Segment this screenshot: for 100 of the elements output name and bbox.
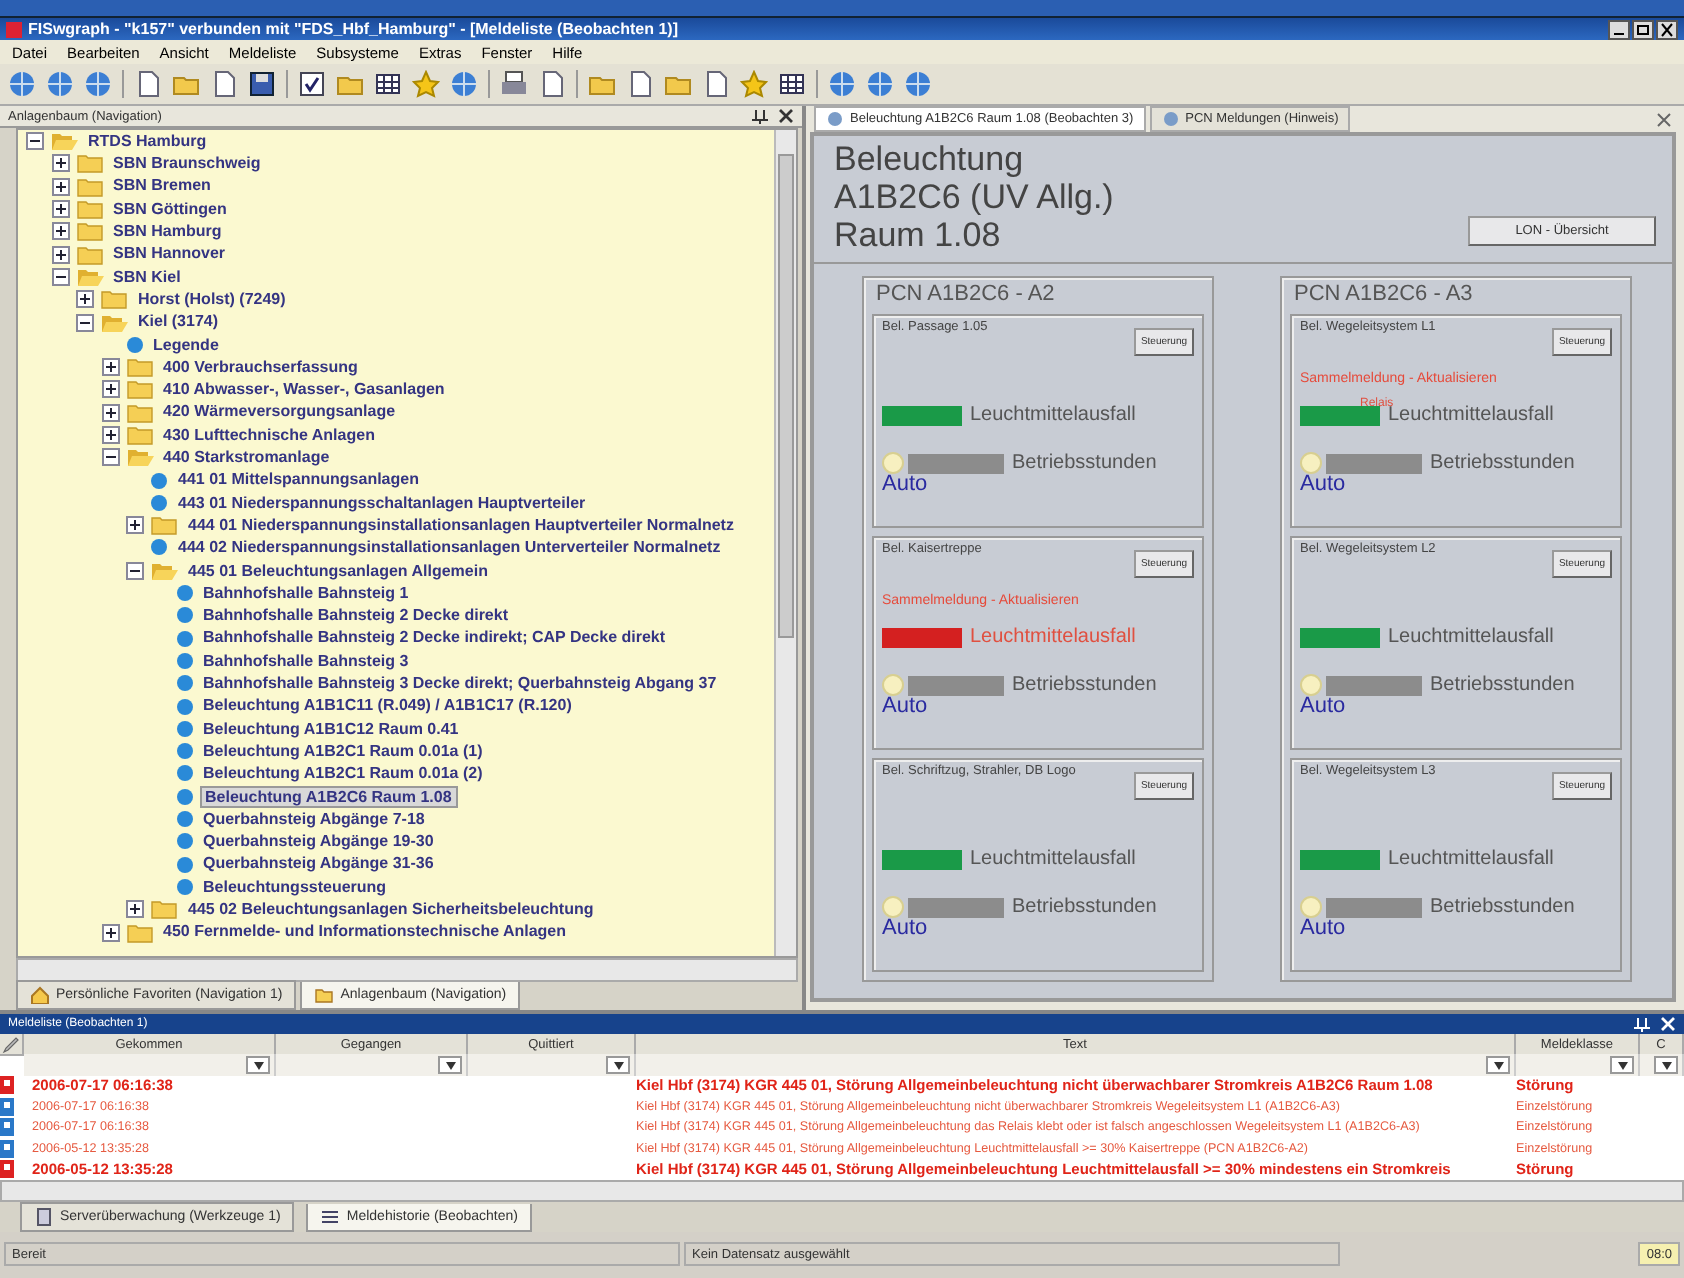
filter-field[interactable] [1610,1056,1634,1075]
grid-icon[interactable] [778,70,806,98]
filter-field[interactable] [1486,1056,1510,1075]
mode-label: Auto [1300,696,1348,718]
star-icon[interactable] [412,70,440,98]
page-icon[interactable] [626,70,654,98]
star-icon[interactable] [740,70,768,98]
filter-field[interactable] [1654,1056,1678,1075]
scroll-thumb[interactable] [778,154,794,638]
tree-item[interactable]: 445 02 Beleuchtungsanlagen Sicherheitsbeleuchtung [184,899,598,919]
heading-text: Beleuchtung [834,140,1026,178]
globe-icon[interactable] [828,70,856,98]
tree-item[interactable]: Bahnhofshalle Bahnsteig 3 [199,651,413,671]
globe-icon[interactable] [450,70,478,98]
expand-icon[interactable] [101,426,119,444]
horizontal-scrollbar[interactable] [0,1179,1684,1202]
column-header[interactable] [0,1034,24,1056]
tree-item[interactable]: Horst (Holst) (7249) [134,289,290,309]
tree-item[interactable]: 443 01 Niederspannungsschaltanlagen Hauptverteiler [174,493,590,513]
globe-icon[interactable] [904,70,932,98]
tree-item[interactable]: SBN Hannover [109,244,230,264]
close-icon [1660,1016,1676,1032]
tree-item[interactable]: Beleuchtung A1B2C1 Raum 0.01a (2) [199,764,487,784]
tree-item[interactable]: Beleuchtung A1B2C1 Raum 0.01a (1) [199,741,487,761]
tree-item[interactable]: Beleuchtung A1B1C12 Raum 0.41 [199,719,463,739]
tree-item[interactable]: Bahnhofshalle Bahnsteig 2 Decke indirekt; CAP Decke direkt [199,628,670,648]
tree-item[interactable]: Querbahnsteig Abgänge 19-30 [199,832,438,852]
tree-item[interactable]: Beleuchtungssteuerung [199,877,391,897]
tree-item[interactable]: 400 Verbrauchserfassung [159,357,362,377]
dot-icon [175,855,193,874]
expand-icon[interactable] [76,290,94,309]
tree-item[interactable]: SBN Kiel [109,267,185,287]
tree-item[interactable]: Bahnhofshalle Bahnsteig 3 Decke direkt; Querbahnsteig Abgang 37 [199,674,721,694]
collapse-icon[interactable] [101,448,119,467]
mode-label: Auto [882,696,930,718]
expand-icon[interactable] [126,516,144,535]
dot-icon [175,742,193,761]
globe-icon[interactable] [84,70,112,98]
filter-field[interactable] [606,1056,630,1075]
page-icon[interactable] [702,70,730,98]
expand-icon[interactable] [51,177,69,196]
collapse-icon[interactable] [126,561,144,580]
tree-item[interactable]: SBN Braunschweig [109,154,265,174]
tree-item[interactable]: 444 02 Niederspannungsinstallationsanlagen Unterverteiler Normalnetz [174,538,725,558]
tree-item[interactable]: SBN Hamburg [109,222,226,242]
collapse-icon[interactable] [51,267,69,286]
filter-field[interactable] [246,1056,270,1075]
collapse-icon[interactable] [26,132,44,151]
expand-icon[interactable] [101,403,119,422]
tree-item[interactable]: Bahnhofshalle Bahnsteig 1 [199,583,413,603]
tree-item[interactable]: Bahnhofshalle Bahnsteig 2 Decke direkt [199,606,512,626]
expand-icon[interactable] [126,900,144,919]
vertical-scrollbar[interactable] [774,130,796,956]
page-icon[interactable] [134,70,162,98]
expand-icon[interactable] [51,245,69,264]
tree-item[interactable]: 450 Fernmelde- und Informationstechnische Anlagen [159,922,571,942]
tree-item[interactable]: Legende [149,335,223,355]
globe-icon[interactable] [8,70,36,98]
printer-icon[interactable] [500,70,528,98]
grid-icon[interactable] [374,70,402,98]
pin-icon [750,108,770,124]
tree-item[interactable]: Beleuchtung A1B2C6 Raum 1.08 [199,785,458,809]
folder-icon [125,401,153,424]
expand-icon[interactable] [51,222,69,241]
status-label: Leuchtmittelausfall [970,848,1136,870]
filter-field[interactable] [438,1056,462,1075]
expand-icon[interactable] [101,923,119,942]
tree-item[interactable]: 444 01 Niederspannungsinstallationsanlagen Hauptverteiler Normalnetz [184,515,738,535]
globe-icon[interactable] [866,70,894,98]
restore-icon[interactable] [1632,19,1654,39]
page-icon[interactable] [210,70,238,98]
tree-item[interactable]: SBN Bremen [109,176,215,196]
tree-item[interactable]: Beleuchtung A1B1C11 (R.049) / A1B1C17 (R.120) [199,696,576,716]
expand-icon[interactable] [51,200,69,219]
tree-item[interactable]: 440 Starkstromanlage [159,448,334,468]
minimize-icon[interactable] [1608,19,1630,39]
horizontal-scrollbar[interactable] [16,958,798,982]
expand-icon[interactable] [101,380,119,399]
tree-item[interactable]: Querbahnsteig Abgänge 31-36 [199,854,438,874]
tree-item[interactable]: 445 01 Beleuchtungsanlagen Allgemein [184,561,492,581]
dot-icon [175,787,193,806]
tree-item[interactable]: 420 Wärmeversorgungsanlage [159,402,400,422]
dot-icon [175,697,193,716]
tree-item[interactable]: Querbahnsteig Abgänge 7-18 [199,809,429,829]
dot-icon [175,810,193,829]
tree-item[interactable]: Kiel (3174) [134,312,223,332]
check-icon[interactable] [298,70,326,98]
expand-icon[interactable] [51,154,69,173]
tree-item[interactable]: SBN Göttingen [109,199,231,219]
tree-item[interactable]: 430 Lufttechnische Anlagen [159,425,379,445]
tree-item[interactable]: RTDS Hamburg [84,131,211,151]
expand-icon[interactable] [101,358,119,377]
tree-item[interactable]: 441 01 Mittelspannungsanlagen [174,470,423,490]
pin-icon [1632,1016,1652,1032]
tree-item[interactable]: 410 Abwasser-, Wasser-, Gasanlagen [159,380,449,400]
close-icon[interactable] [1656,19,1678,39]
open-folder-icon [75,265,103,288]
page-icon[interactable] [538,70,566,98]
globe-icon[interactable] [46,70,74,98]
collapse-icon[interactable] [76,313,94,332]
